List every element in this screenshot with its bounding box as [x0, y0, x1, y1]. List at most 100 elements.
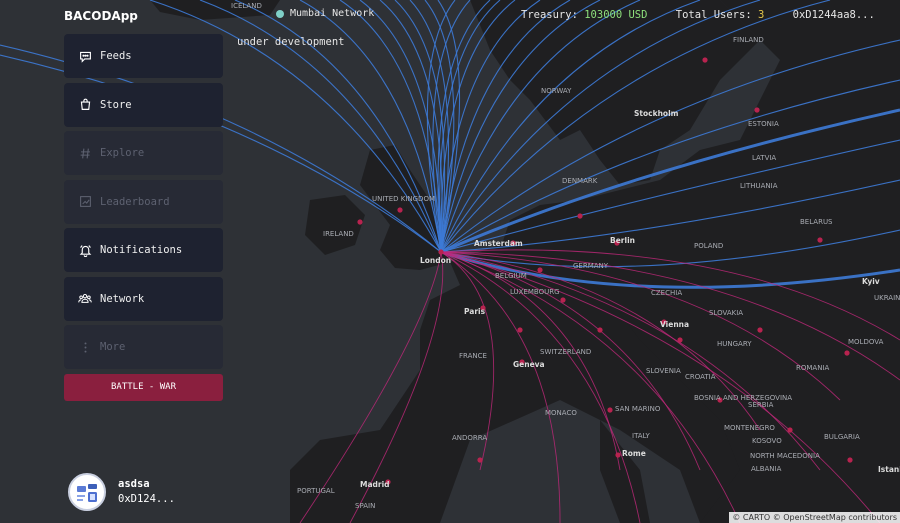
city-marker[interactable]	[357, 219, 363, 225]
label-albania: ALBANIA	[751, 465, 782, 473]
label-france: FRANCE	[459, 352, 487, 360]
city-marker[interactable]	[537, 267, 543, 273]
city-marker[interactable]	[560, 297, 566, 303]
sidebar: Feeds Store Explore Leaderboard Notifica…	[64, 34, 223, 401]
user-profile[interactable]: asdsa 0xD124...	[68, 473, 175, 511]
app-title[interactable]: BACODApp	[64, 9, 138, 23]
label-czechia: CZECHIA	[651, 289, 682, 297]
label-san-marino: SAN MARINO	[615, 405, 661, 413]
label-kosovo: KOSOVO	[752, 437, 782, 445]
sidebar-item-label: Store	[100, 98, 132, 111]
label-istanbul: Istanb	[878, 465, 900, 474]
city-marker[interactable]	[817, 237, 823, 243]
city-marker[interactable]	[754, 107, 760, 113]
label-kyiv: Kyiv	[862, 277, 880, 286]
label-bulgaria: BULGARIA	[824, 433, 860, 441]
label-germany: GERMANY	[573, 262, 609, 270]
chat-bubble-icon	[78, 49, 92, 63]
label-serbia: SERBIA	[748, 401, 774, 409]
battle-war-button[interactable]: BATTLE - WAR	[64, 373, 223, 401]
sidebar-item-store[interactable]: Store	[64, 82, 223, 127]
city-marker[interactable]	[702, 57, 708, 63]
sidebar-item-label: Network	[100, 292, 145, 305]
sidebar-item-label: Feeds	[100, 50, 132, 62]
city-marker[interactable]	[597, 327, 603, 333]
treasury-value: 103000 USD	[584, 9, 648, 21]
city-marker[interactable]	[757, 327, 763, 333]
network-label: Mumbai Network	[290, 8, 375, 19]
label-paris: Paris	[464, 307, 486, 316]
map-attribution[interactable]: © CARTO © OpenStreetMap contributors	[729, 512, 900, 523]
label-united-kingdom: UNITED KINGDOM	[372, 195, 435, 203]
bell-icon	[78, 243, 92, 257]
label-portugal: PORTUGAL	[297, 487, 335, 495]
wallet-address[interactable]: 0xD1244aa8...	[793, 9, 875, 21]
label-latvia: LATVIA	[752, 154, 776, 162]
city-marker[interactable]	[847, 457, 853, 463]
users-label: Total Users:	[675, 9, 752, 21]
label-ireland: IRELAND	[323, 230, 354, 238]
label-rome: Rome	[622, 449, 646, 458]
label-lithuania: LITHUANIA	[740, 182, 778, 190]
city-marker[interactable]	[517, 327, 523, 333]
city-marker[interactable]	[607, 407, 613, 413]
label-switzerland: SWITZERLAND	[540, 348, 591, 356]
city-marker[interactable]	[577, 213, 583, 219]
sidebar-item-notifications[interactable]: Notifications	[64, 228, 223, 272]
network-status-dot	[276, 9, 284, 18]
label-belarus: BELARUS	[800, 218, 833, 226]
label-stockholm: Stockholm	[634, 109, 679, 118]
label-italy: ITALY	[632, 432, 651, 440]
sidebar-item-leaderboard: Leaderboard	[64, 179, 223, 224]
label-bosnia: BOSNIA AND HERZEGOVINA	[694, 394, 792, 402]
label-andorra: ANDORRA	[452, 434, 487, 442]
more-vertical-icon	[78, 340, 92, 354]
profile-address: 0xD124...	[118, 493, 175, 505]
label-romania: ROMANIA	[796, 364, 830, 372]
label-croatia: CROATIA	[685, 373, 716, 381]
people-icon	[78, 292, 92, 306]
label-slovenia: SLOVENIA	[646, 367, 681, 375]
sidebar-item-more: More	[64, 325, 223, 369]
sidebar-item-feeds[interactable]: Feeds	[64, 34, 223, 78]
treasury-label: Treasury:	[521, 9, 578, 21]
city-marker[interactable]	[477, 457, 483, 463]
profile-name: asdsa	[118, 478, 150, 490]
city-marker[interactable]	[844, 350, 850, 356]
label-slovakia: SLOVAKIA	[709, 309, 743, 317]
label-monaco: MONACO	[545, 409, 577, 417]
label-vienna: Vienna	[660, 320, 689, 329]
network-indicator[interactable]: Mumbai Network	[276, 8, 374, 19]
sidebar-item-label: Notifications	[100, 244, 183, 256]
label-belgium: BELGIUM	[495, 272, 527, 280]
sidebar-item-network[interactable]: Network	[64, 276, 223, 321]
label-london: London	[420, 256, 451, 265]
avatar[interactable]	[68, 473, 106, 511]
top-bar: BACODApp Mumbai Network Treasury: 103000…	[0, 0, 900, 30]
label-geneva: Geneva	[513, 360, 545, 369]
chart-icon	[78, 195, 92, 209]
city-marker[interactable]	[438, 249, 444, 255]
label-denmark: DENMARK	[562, 177, 598, 185]
label-amsterdam: Amsterdam	[474, 239, 523, 248]
profile-info: asdsa 0xD124...	[118, 477, 175, 507]
label-hungary: HUNGARY	[717, 340, 752, 348]
sidebar-item-explore: Explore	[64, 131, 223, 175]
users-value: 3	[757, 9, 765, 21]
city-marker[interactable]	[397, 207, 403, 213]
city-marker[interactable]	[615, 452, 621, 458]
header-stats: Treasury: 103000 USD Total Users: 3 0xD1…	[521, 9, 875, 21]
label-spain: SPAIN	[355, 502, 375, 510]
label-north-macedonia: NORTH MACEDONIA	[750, 452, 820, 460]
sidebar-item-label: Explore	[100, 147, 145, 159]
label-norway: NORWAY	[541, 87, 572, 95]
hashtag-icon	[78, 146, 92, 160]
sidebar-item-label: Leaderboard	[100, 195, 170, 208]
label-luxembourg: LUXEMBOURG	[510, 288, 560, 296]
label-moldova: MOLDOVA	[848, 338, 884, 346]
label-estonia: ESTONIA	[748, 120, 779, 128]
city-marker[interactable]	[677, 337, 683, 343]
shopping-bag-icon	[78, 98, 92, 112]
city-marker[interactable]	[787, 427, 793, 433]
sidebar-item-label: More	[100, 341, 126, 353]
